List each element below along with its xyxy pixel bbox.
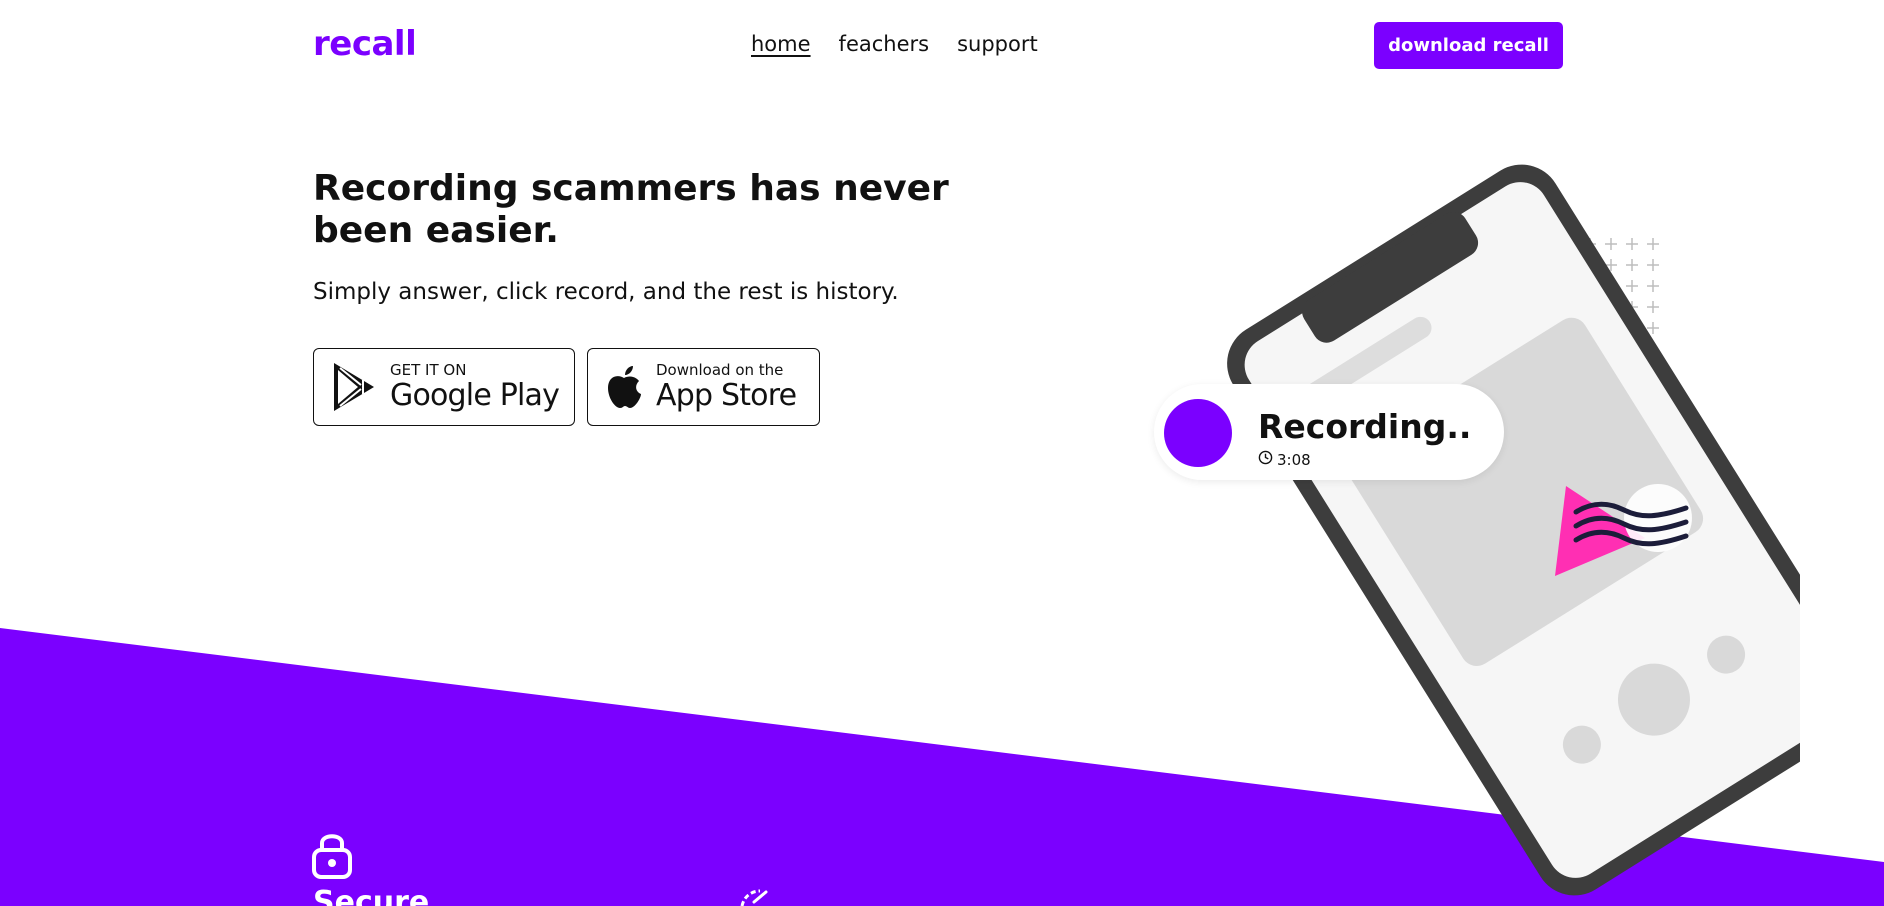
recording-label: Recording.. [1258,407,1472,446]
nav-link-support[interactable]: support [957,32,1038,56]
hero-subtitle: Simply answer, click record, and the res… [313,279,899,305]
google-play-icon [330,360,378,414]
app-store-small-label: Download on the [656,361,784,379]
lock-icon [311,830,353,884]
google-play-button[interactable]: GET IT ON Google Play [313,348,575,426]
apple-icon [604,364,644,410]
app-store-button[interactable]: Download on the App Store [587,348,820,426]
nav-link-home[interactable]: home [751,32,811,56]
google-play-big-label: Google Play [390,378,560,413]
clock-icon [1258,450,1273,469]
hero-title: Recording scammers has never been easier… [313,168,949,251]
logo[interactable]: recall [313,24,417,64]
record-indicator-dot [1164,399,1232,467]
feature-secure-title: Secure [313,885,430,906]
recording-timer: 3:08 [1258,450,1311,469]
google-play-small-label: GET IT ON [390,361,467,379]
recording-time-value: 3:08 [1277,450,1311,469]
nav-link-feachers[interactable]: feachers [839,32,930,56]
top-navigation: recall home feachers support download re… [0,0,1884,92]
download-recall-button[interactable]: download recall [1374,22,1563,69]
nav-links: home feachers support [751,32,1038,56]
phone-device [1227,164,1800,896]
app-store-big-label: App Store [656,378,797,413]
phone-illustration [1227,164,1800,896]
recording-status-card: Recording.. 3:08 [1154,384,1504,480]
speed-icon [738,888,772,906]
